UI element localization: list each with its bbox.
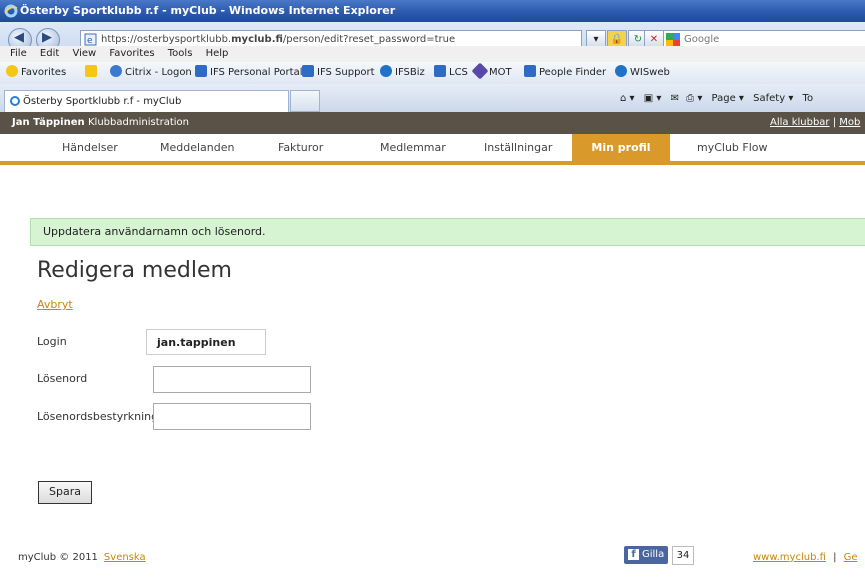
fav-label: People Finder: [539, 67, 607, 78]
favorites-bar: Favorites Citrix - Logon IFS Personal Po…: [0, 62, 865, 85]
ie-page-icon: [524, 65, 536, 77]
notice-text: Uppdatera användarnamn och lösenord.: [43, 225, 266, 238]
star-icon: [6, 65, 18, 77]
url-prefix: https://osterbysportklubb.: [101, 34, 232, 45]
main-nav: Händelser Meddelanden Fakturor Medlemmar…: [0, 134, 865, 165]
fav-label: IFS Support: [317, 67, 375, 78]
url-path: /person/edit?reset_password=true: [282, 34, 456, 45]
menu-help[interactable]: Help: [206, 48, 229, 59]
like-count: 34: [672, 546, 694, 565]
mobile-link[interactable]: Mob: [839, 117, 860, 128]
fav-wisweb[interactable]: WISweb: [615, 62, 670, 84]
facebook-like-button[interactable]: f Gilla: [624, 546, 669, 564]
window-title-bar: Österby Sportklubb r.f - myClub - Window…: [0, 0, 865, 22]
language-link[interactable]: Svenska: [104, 552, 146, 563]
fav-people-finder[interactable]: People Finder: [524, 62, 606, 84]
fav-lcs[interactable]: LCS: [434, 62, 468, 84]
notice-message: Uppdatera användarnamn och lösenord.: [30, 218, 865, 246]
confirm-password-field[interactable]: [153, 403, 311, 430]
google-icon: [666, 33, 680, 47]
password-label: Lösenord: [37, 372, 88, 385]
tools-menu[interactable]: To: [803, 93, 814, 104]
fav-label: Citrix - Logon: [125, 67, 192, 78]
ie-page-icon: [434, 65, 446, 77]
club-admin-link[interactable]: Klubbadministration: [88, 112, 189, 134]
user-name: Jan Täppinen: [12, 117, 85, 128]
window-title: Österby Sportklubb r.f - myClub - Window…: [20, 4, 396, 17]
new-tab-button[interactable]: [290, 90, 320, 112]
diamond-icon: [471, 62, 489, 80]
page-title: Redigera medlem: [37, 258, 232, 283]
menu-view[interactable]: View: [72, 48, 96, 59]
fav-label: IFS Personal Portal: [210, 67, 303, 78]
footer-separator: |: [833, 552, 837, 563]
fav-citrix[interactable]: Citrix - Logon: [110, 62, 192, 84]
login-value: jan.tappinen: [146, 329, 266, 355]
citrix-icon: [110, 65, 122, 77]
cancel-link[interactable]: Avbryt: [37, 298, 73, 311]
url-domain: myclub.fi: [231, 34, 283, 45]
nav-min-profil[interactable]: Min profil: [572, 134, 670, 161]
nav-handelser[interactable]: Händelser: [62, 134, 118, 161]
fav-label: LCS: [449, 67, 468, 78]
menu-bar: File Edit View Favorites Tools Help: [0, 46, 865, 63]
feeds-icon[interactable]: ▣ ▾: [644, 93, 662, 104]
forward-arrow-icon: ▶: [42, 30, 52, 45]
footer-links: www.myclub.fi | Ge: [753, 552, 858, 563]
like-label: Gilla: [642, 549, 665, 560]
site-header-bar: Jan Täppinen Klubbadministration Alla kl…: [0, 112, 865, 134]
internet-explorer-icon: [4, 4, 18, 18]
nav-medlemmar[interactable]: Medlemmar: [380, 134, 446, 161]
ie-page-icon: [302, 65, 314, 77]
ie-tab-icon: [10, 96, 20, 106]
fav-label: WISweb: [630, 67, 670, 78]
add-favorite-icon[interactable]: [85, 62, 100, 84]
ie-page-icon: [195, 65, 207, 77]
home-icon[interactable]: ⌂ ▾: [620, 93, 635, 104]
fav-label: MOT: [489, 67, 512, 78]
confirm-password-label: Lösenordsbestyrkning: [37, 410, 159, 423]
fav-ifs-support[interactable]: IFS Support: [302, 62, 375, 84]
footer-trailing-link[interactable]: Ge: [844, 552, 858, 563]
fav-ifs-portal[interactable]: IFS Personal Portal: [195, 62, 302, 84]
nav-myclub-flow[interactable]: myClub Flow: [697, 134, 768, 161]
nav-installningar[interactable]: Inställningar: [484, 134, 552, 161]
print-icon[interactable]: ⎙ ▾: [686, 93, 702, 104]
fav-mot[interactable]: MOT: [471, 62, 512, 84]
all-clubs-link[interactable]: Alla klubbar: [770, 117, 830, 128]
mail-icon[interactable]: ✉: [671, 93, 679, 104]
menu-edit[interactable]: Edit: [40, 48, 59, 59]
page-icon: e: [84, 33, 97, 46]
safety-menu[interactable]: Safety ▾: [753, 93, 793, 104]
nav-fakturor[interactable]: Fakturor: [278, 134, 323, 161]
tab-title: Österby Sportklubb r.f - myClub: [23, 96, 182, 107]
save-button[interactable]: Spara: [38, 481, 92, 504]
login-label: Login: [37, 335, 67, 348]
globe-icon: [380, 65, 392, 77]
browser-tab[interactable]: Österby Sportklubb r.f - myClub: [4, 90, 289, 112]
fav-ifsbiz[interactable]: IFSBiz: [380, 62, 425, 84]
fav-label: IFSBiz: [395, 67, 425, 78]
footer: myClub © 2011 Svenska: [18, 552, 146, 563]
back-arrow-icon: ◀: [14, 30, 24, 45]
copyright: myClub © 2011: [18, 552, 98, 563]
nav-meddelanden[interactable]: Meddelanden: [160, 134, 234, 161]
facebook-icon: f: [628, 549, 639, 560]
svg-text:e: e: [87, 36, 93, 46]
command-bar: ⌂ ▾ ▣ ▾ ✉ ⎙ ▾ Page ▾ Safety ▾ To: [620, 92, 813, 106]
menu-tools[interactable]: Tools: [168, 48, 193, 59]
menu-favorites[interactable]: Favorites: [109, 48, 154, 59]
menu-file[interactable]: File: [10, 48, 27, 59]
myclub-site-link[interactable]: www.myclub.fi: [753, 552, 826, 563]
favorites-label: Favorites: [21, 67, 67, 78]
add-to-favorites-icon: [85, 65, 97, 77]
header-right-links: Alla klubbar | Mob: [770, 117, 861, 128]
password-field[interactable]: [153, 366, 311, 393]
globe-icon: [615, 65, 627, 77]
page-menu[interactable]: Page ▾: [712, 93, 744, 104]
favorites-button[interactable]: Favorites: [6, 62, 66, 84]
